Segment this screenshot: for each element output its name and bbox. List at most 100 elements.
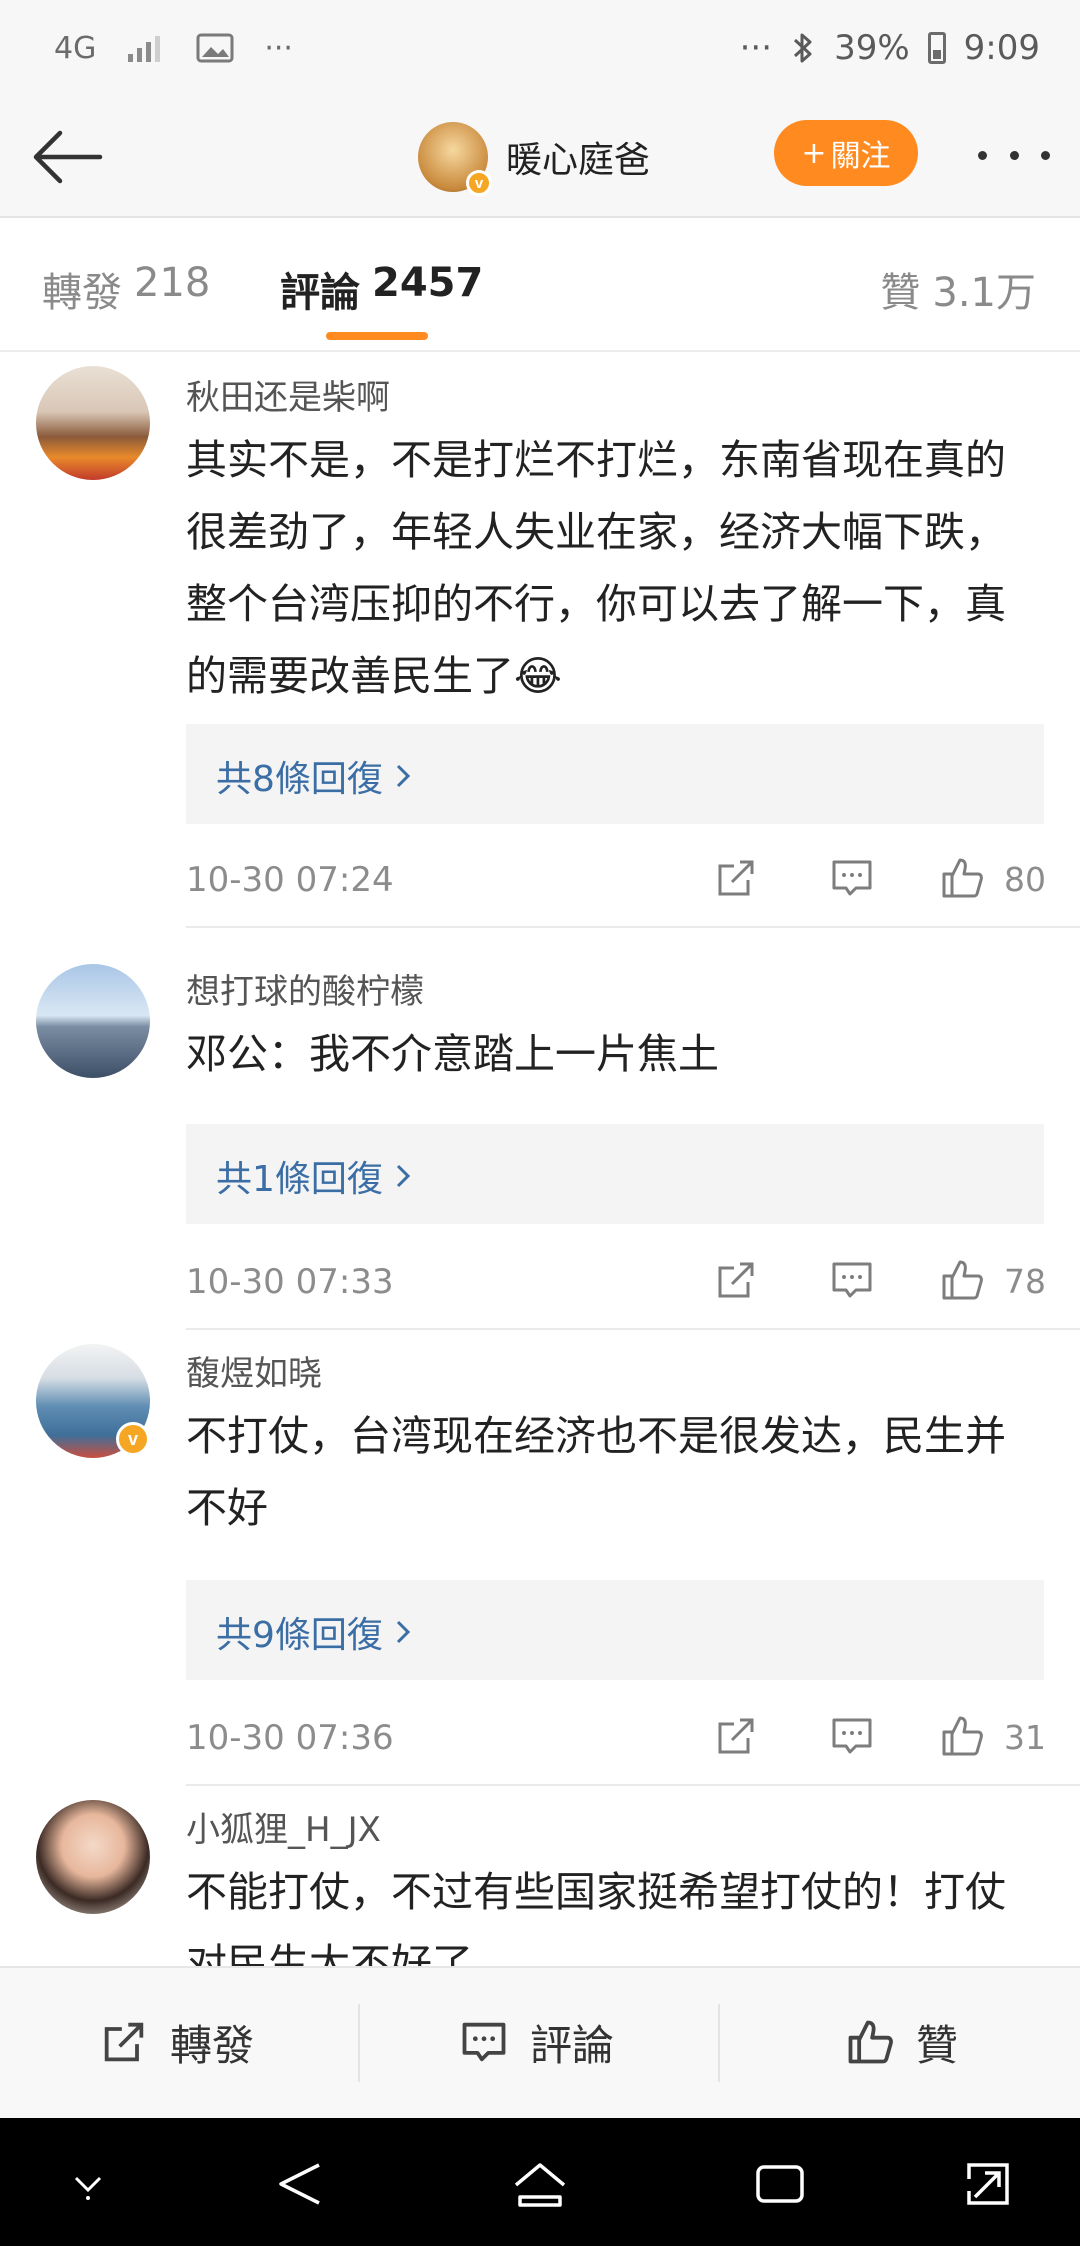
expand-icon xyxy=(967,2163,1009,2205)
repost-button[interactable]: 轉發 xyxy=(98,2012,254,2072)
tab-likes[interactable]: 贊 3.1万 xyxy=(880,260,1036,318)
thumbs-up-icon[interactable] xyxy=(938,1712,986,1760)
battery-percent: 39% xyxy=(834,28,910,68)
comment-username[interactable]: 小狐狸_H_JX xyxy=(186,1802,381,1851)
system-nav-bar xyxy=(0,2118,1080,2246)
dot-icon xyxy=(1041,150,1050,160)
hide-keyboard-button[interactable] xyxy=(56,2152,120,2216)
divider xyxy=(358,2004,360,2082)
tab-repost-label: 轉發 xyxy=(42,270,122,316)
view-replies-link[interactable]: 共8條回復 xyxy=(216,750,413,802)
bluetooth-icon xyxy=(794,33,812,63)
reply-count: 共9條回復 xyxy=(216,1615,383,1656)
comment-meta: 10-30 07:24 80 xyxy=(186,852,1046,906)
status-right-more: ··· xyxy=(739,28,773,68)
avatar[interactable] xyxy=(36,964,150,1078)
comment-meta: 10-30 07:33 78 xyxy=(186,1254,1046,1308)
share-icon xyxy=(104,2022,144,2062)
like-count: 80 xyxy=(1004,860,1046,899)
follow-label: 關注 xyxy=(830,139,891,174)
like-count: 31 xyxy=(1004,1718,1046,1757)
comment-username[interactable]: 馥煜如晓 xyxy=(186,1346,322,1395)
tab-comments[interactable]: 評論 2457 xyxy=(280,260,483,318)
thumbs-up-icon xyxy=(848,2020,893,2064)
dot-icon xyxy=(1009,150,1019,160)
comment-username[interactable]: 秋田还是柴啊 xyxy=(186,370,390,419)
thumbs-up-icon[interactable] xyxy=(938,854,986,902)
share-icon[interactable] xyxy=(712,854,760,902)
chevron-right-icon xyxy=(396,1164,411,1188)
share-icon[interactable] xyxy=(712,1256,760,1304)
plus-icon: + xyxy=(801,135,827,171)
tab-comments-count: 2457 xyxy=(372,260,484,306)
divider xyxy=(718,2004,720,2082)
repost-label: 轉發 xyxy=(170,2020,255,2070)
divider xyxy=(186,1328,1080,1330)
comment-icon[interactable] xyxy=(828,1256,876,1304)
comment-icon[interactable] xyxy=(828,854,876,902)
comment-list[interactable]: 秋田还是柴啊 其实不是，不是打烂不打烂，东南省现在真的很差劲了，年轻人失业在家，… xyxy=(0,352,1080,1966)
signal-icon xyxy=(128,36,161,62)
header-user-name[interactable]: 暖心庭爸 xyxy=(506,131,650,183)
comment-username[interactable]: 想打球的酸柠檬 xyxy=(186,964,424,1013)
reply-count: 共8條回復 xyxy=(216,759,383,800)
comment-label: 評論 xyxy=(530,2020,615,2070)
nav-back-button[interactable] xyxy=(268,2152,332,2216)
tab-repost-count: 218 xyxy=(134,260,211,306)
home-icon xyxy=(514,2163,566,2207)
like-label: 贊 xyxy=(916,2020,959,2070)
clock: 9:09 xyxy=(963,28,1040,68)
nav-recents-button[interactable] xyxy=(748,2152,812,2216)
status-left: 4G ··· xyxy=(54,24,293,72)
comment-button[interactable]: 評論 xyxy=(458,2012,614,2072)
status-bar: 4G ··· ··· 39% 9:09 xyxy=(0,0,1080,96)
tab-comments-label: 評論 xyxy=(280,270,360,316)
comment-text: 其实不是，不是打烂不打烂，东南省现在真的很差劲了，年轻人失业在家，经济大幅下跌，… xyxy=(186,436,1006,700)
verified-icon: v xyxy=(466,170,492,196)
header-user[interactable]: v 暖心庭爸 xyxy=(418,118,650,196)
reply-box[interactable]: 共1條回復 xyxy=(186,1124,1044,1224)
comment-icon xyxy=(462,2022,506,2062)
nav-home-button[interactable] xyxy=(508,2152,572,2216)
like-count: 78 xyxy=(1004,1262,1046,1301)
like-button[interactable]: 贊 xyxy=(844,2012,958,2072)
status-more: ··· xyxy=(264,30,293,66)
comment-icon[interactable] xyxy=(828,1712,876,1760)
tab-likes-label: 贊 xyxy=(880,270,921,316)
follow-button[interactable]: + 關注 xyxy=(774,120,918,186)
timestamp: 10-30 07:33 xyxy=(186,1262,394,1302)
back-triangle-icon xyxy=(279,2163,320,2205)
recents-icon xyxy=(756,2165,804,2203)
app-header: v 暖心庭爸 + 關注 xyxy=(0,96,1080,218)
chevron-right-icon xyxy=(396,764,411,788)
verified-icon: v xyxy=(116,1422,150,1456)
dot-icon xyxy=(978,150,987,160)
comment-text: 不能打仗，不过有些国家挺希望打仗的！打仗对民生太不好了 xyxy=(186,1868,1006,1966)
reply-count: 共1條回復 xyxy=(216,1159,383,1200)
back-button[interactable] xyxy=(26,124,106,190)
divider xyxy=(186,1784,1080,1786)
tab-likes-count: 3.1万 xyxy=(932,270,1036,316)
avatar[interactable] xyxy=(36,366,150,480)
view-replies-link[interactable]: 共1條回復 xyxy=(216,1150,413,1202)
rotate-screen-button[interactable] xyxy=(956,2152,1020,2216)
battery-icon xyxy=(927,32,946,64)
network-indicator: 4G xyxy=(54,30,97,66)
bottom-action-bar: 轉發 評論 贊 xyxy=(0,1966,1080,2118)
thumbs-up-icon[interactable] xyxy=(938,1256,986,1304)
more-options-button[interactable] xyxy=(978,130,1050,180)
reply-box[interactable]: 共8條回復 xyxy=(186,724,1044,824)
comment-text: 不打仗，台湾现在经济也不是很发达，民生并不好 xyxy=(186,1412,1006,1532)
chevron-down-icon xyxy=(74,2176,102,2200)
share-icon[interactable] xyxy=(712,1712,760,1760)
timestamp: 10-30 07:24 xyxy=(186,860,394,900)
avatar[interactable] xyxy=(36,1800,150,1914)
status-right: ··· 39% 9:09 xyxy=(740,24,1040,72)
back-arrow-icon xyxy=(33,130,103,184)
reply-box[interactable]: 共9條回復 xyxy=(186,1580,1044,1680)
view-replies-link[interactable]: 共9條回復 xyxy=(216,1606,413,1658)
comment-meta: 10-30 07:36 31 xyxy=(186,1710,1046,1764)
image-icon xyxy=(196,33,234,63)
avatar[interactable]: v xyxy=(418,122,492,196)
tab-repost[interactable]: 轉發 218 xyxy=(42,260,210,318)
